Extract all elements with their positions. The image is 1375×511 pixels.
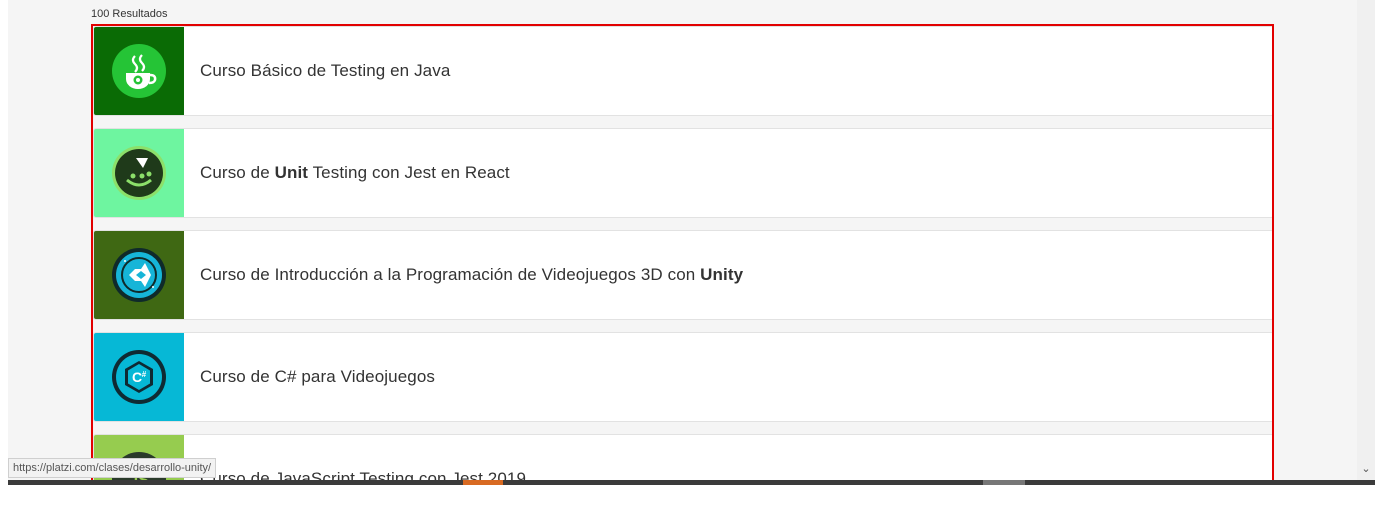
course-badge: C # (94, 333, 184, 421)
course-badge (94, 231, 184, 319)
results-count: 100 Resultados (91, 8, 168, 20)
jest-react-icon (112, 146, 166, 200)
course-card-jest-react[interactable]: Curso de Unit Testing con Jest en React (93, 128, 1274, 218)
course-title: Curso de Unit Testing con Jest en React (200, 163, 510, 182)
course-badge (94, 129, 184, 217)
taskbar-app-button[interactable] (463, 480, 503, 485)
taskbar (8, 480, 1375, 485)
status-bar-url: https://platzi.com/clases/desarrollo-uni… (8, 458, 217, 478)
java-testing-cup-icon (112, 44, 166, 98)
taskbar-app-button[interactable] (983, 480, 1025, 485)
course-list: Curso Básico de Testing en Java Curso de… (93, 26, 1274, 480)
page-content: 100 Resultados Curso Básico de Testing e… (8, 0, 1357, 480)
course-card-csharp[interactable]: C # Curso de C# para Videojuegos (93, 332, 1274, 422)
course-card-javascript-jest[interactable]: JS Curso de JavaScript Testing con Jest … (93, 434, 1274, 480)
course-title: Curso Básico de Testing en Java (200, 61, 451, 80)
csharp-icon: C # (112, 350, 166, 404)
svg-text:C: C (132, 369, 142, 385)
vertical-scrollbar[interactable] (1357, 0, 1375, 480)
scroll-down-arrow-icon[interactable]: ⌄ (1358, 460, 1374, 476)
svg-text:#: # (142, 370, 147, 379)
course-title: Curso de Introducción a la Programación … (200, 265, 744, 284)
course-card-java-testing[interactable]: Curso Básico de Testing en Java (93, 26, 1274, 116)
course-badge (94, 27, 184, 115)
unity-icon (112, 248, 166, 302)
course-title: Curso de JavaScript Testing con Jest 201… (200, 469, 527, 480)
course-card-unity-3d[interactable]: Curso de Introducción a la Programación … (93, 230, 1274, 320)
course-title: Curso de C# para Videojuegos (200, 367, 435, 386)
